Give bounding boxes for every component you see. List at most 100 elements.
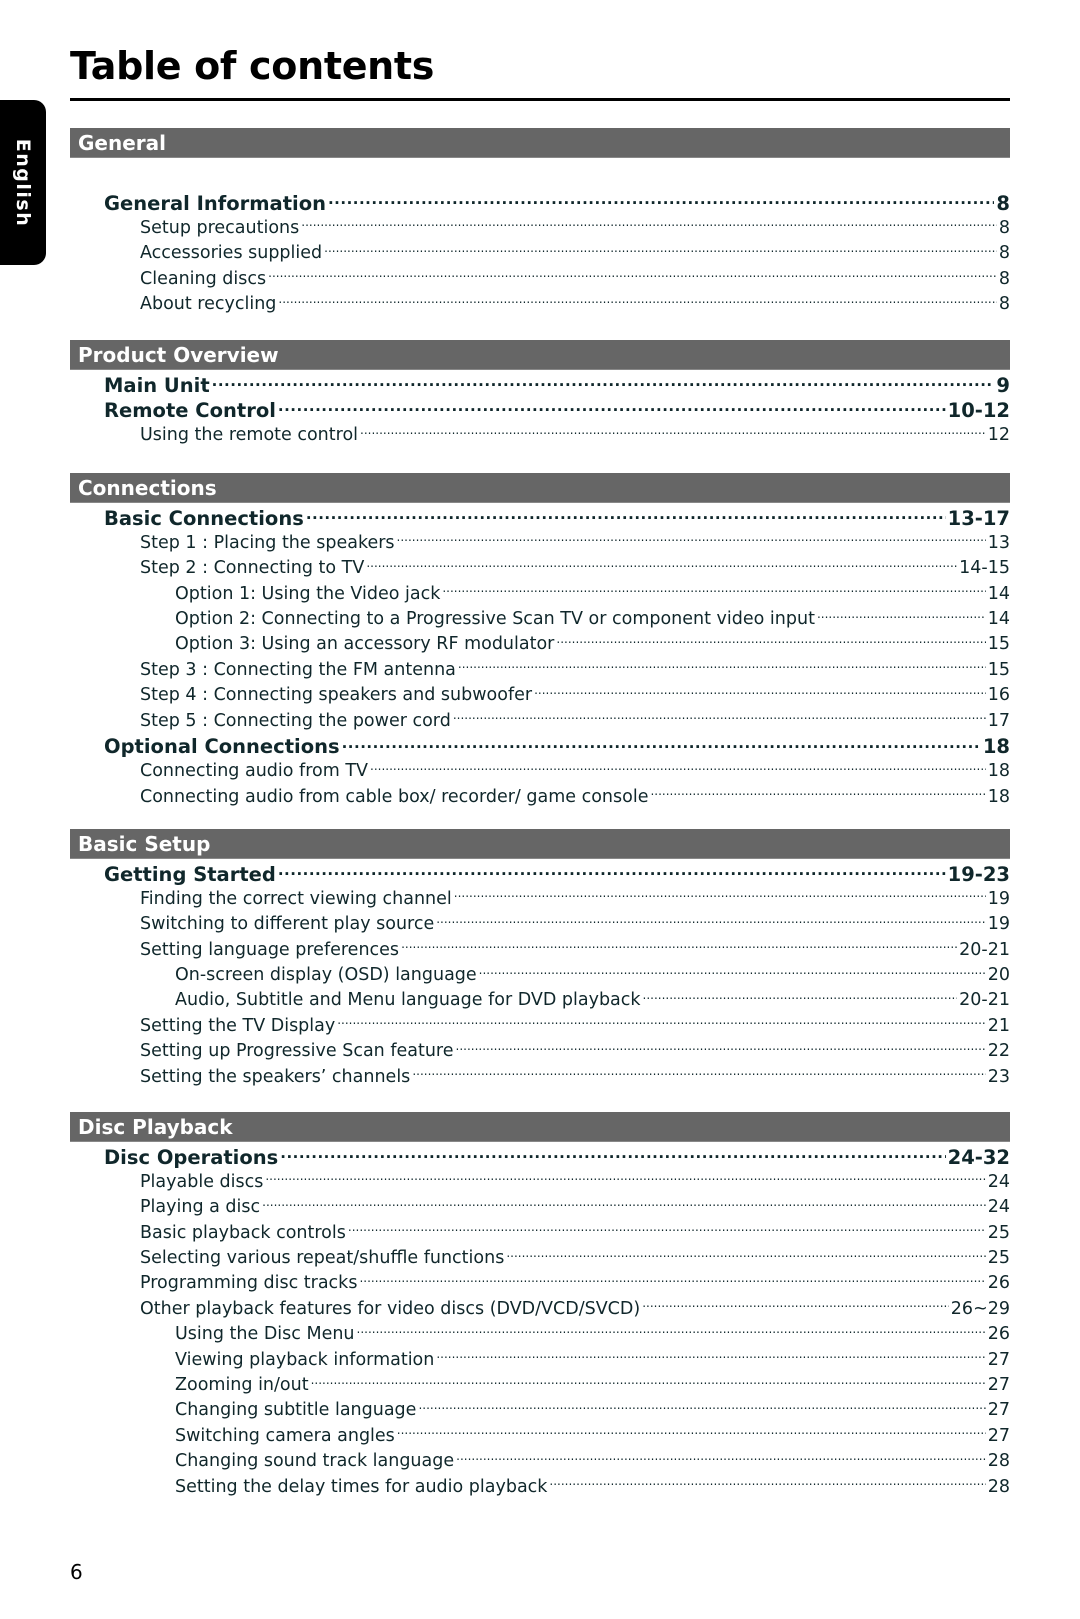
dot-leader (301, 215, 997, 233)
toc-entry[interactable]: Using the remote control 12 (70, 423, 1010, 448)
toc-entry[interactable]: Connecting audio from cable box/ recorde… (70, 784, 1010, 809)
toc-entry-label: Changing sound track language (175, 1451, 455, 1472)
dot-leader (370, 759, 986, 777)
toc-entry-label: Setting the speakers’ channels (140, 1066, 411, 1087)
toc-entry-label: Selecting various repeat/shuffle functio… (140, 1248, 505, 1269)
toc-entry-label: Setting up Progressive Scan feature (140, 1041, 454, 1062)
dot-leader (360, 423, 986, 441)
toc-entry[interactable]: Playable discs 24 (70, 1169, 1010, 1194)
toc-entry[interactable]: Accessories supplied 8 (70, 241, 1010, 266)
dot-leader (348, 1220, 986, 1238)
toc-entry-page: 27 (987, 1375, 1010, 1396)
toc-entry-label: Setting the TV Display (140, 1015, 336, 1036)
toc-entry[interactable]: Step 1 : Placing the speakers 13 (70, 530, 1010, 555)
toc-entry-page: 15 (987, 659, 1010, 680)
toc-entry[interactable]: Option 2: Connecting to a Progressive Sc… (70, 607, 1010, 632)
toc-entry[interactable]: Finding the correct viewing channel 19 (70, 886, 1010, 911)
toc-entry[interactable]: Step 4 : Connecting speakers and subwoof… (70, 683, 1010, 708)
toc-entry[interactable]: Basic playback controls 25 (70, 1220, 1010, 1245)
toc-entry-page: 19 (987, 888, 1010, 909)
section-product-overview: Product Overview Main Unit9Remote Contro… (70, 340, 1010, 448)
toc-entry[interactable]: Option 3: Using an accessory RF modulato… (70, 632, 1010, 657)
toc-entry-page: 8 (998, 268, 1010, 289)
toc-entry[interactable]: General Information 8 (70, 190, 1010, 215)
dot-leader (454, 886, 986, 904)
toc-entry[interactable]: Step 2 : Connecting to TV 14-15 (70, 556, 1010, 581)
section-heading: General (70, 128, 1010, 158)
toc-entry[interactable]: About recycling 8 (70, 292, 1010, 317)
section-entries: Getting Started19-23Finding the correct … (70, 861, 1010, 1090)
toc-entry[interactable]: Other playback features for video discs … (70, 1296, 1010, 1321)
toc-entry[interactable]: Connecting audio from TV 18 (70, 759, 1010, 784)
toc-entry-page: 13-17 (947, 506, 1010, 530)
toc-entry[interactable]: Basic Connections 13-17 (70, 505, 1010, 530)
toc-entry[interactable]: Programming disc tracks 26 (70, 1271, 1010, 1296)
toc-entry-label: Using the Disc Menu (175, 1324, 355, 1345)
toc-entry[interactable]: Setting the TV Display 21 (70, 1013, 1010, 1038)
toc-entry[interactable]: Setup precautions 8 (70, 215, 1010, 240)
toc-entry[interactable]: Main Unit 9 (70, 372, 1010, 397)
title-rule (70, 98, 1010, 101)
toc-entry[interactable]: Audio, Subtitle and Menu language for DV… (70, 988, 1010, 1013)
toc-entry-label: Step 1 : Placing the speakers (140, 532, 395, 553)
toc-entry[interactable]: Selecting various repeat/shuffle functio… (70, 1246, 1010, 1271)
dot-leader (506, 1246, 985, 1264)
dot-leader (436, 1347, 985, 1365)
dot-leader (650, 784, 985, 802)
toc-entry[interactable]: Step 5 : Connecting the power cord 17 (70, 708, 1010, 733)
section-heading: Product Overview (70, 340, 1010, 370)
toc-entry[interactable]: Option 1: Using the Video jack 14 (70, 581, 1010, 606)
toc-entry[interactable]: Remote Control 10-12 (70, 397, 1010, 422)
toc-entry[interactable]: Changing sound track language 28 (70, 1449, 1010, 1474)
toc-entry[interactable]: Setting the delay times for audio playba… (70, 1474, 1010, 1499)
dot-leader (212, 372, 995, 392)
toc-entry[interactable]: Changing subtitle language 27 (70, 1398, 1010, 1423)
dot-leader (397, 530, 986, 548)
toc-entry-label: Programming disc tracks (140, 1273, 358, 1294)
dot-leader (306, 505, 946, 525)
toc-entry-label: Connecting audio from cable box/ recorde… (140, 786, 649, 807)
toc-entry-label: On-screen display (OSD) language (175, 965, 477, 986)
toc-entry-label: Option 3: Using an accessory RF modulato… (175, 634, 555, 655)
toc-entry-label: Option 2: Connecting to a Progressive Sc… (175, 609, 815, 630)
toc-entry-label: Finding the correct viewing channel (140, 888, 452, 909)
toc-entry[interactable]: Using the Disc Menu 26 (70, 1322, 1010, 1347)
dot-leader (817, 607, 986, 625)
toc-entry[interactable]: Optional Connections 18 (70, 734, 1010, 759)
toc-entry[interactable]: Playing a disc 24 (70, 1195, 1010, 1220)
toc-entry[interactable]: Switching camera angles 27 (70, 1423, 1010, 1448)
toc-entry-label: Using the remote control (140, 425, 359, 446)
toc-entry[interactable]: Zooming in/out 27 (70, 1373, 1010, 1398)
dot-leader (556, 632, 985, 650)
section-entries: Disc Operations24-32Playable discs24Play… (70, 1144, 1010, 1499)
toc-entry[interactable]: Setting the speakers’ channels 23 (70, 1064, 1010, 1089)
dot-leader (268, 266, 997, 284)
toc-entry[interactable]: Cleaning discs 8 (70, 266, 1010, 291)
toc-entry-page: 26~29 (950, 1298, 1010, 1319)
dot-leader (436, 912, 985, 930)
toc-entry-page: 27 (987, 1349, 1010, 1370)
toc-entry[interactable]: Step 3 : Connecting the FM antenna 15 (70, 657, 1010, 682)
dot-leader (311, 1373, 986, 1391)
toc-entry-page: 18 (982, 735, 1010, 759)
toc-entry[interactable]: On-screen display (OSD) language 20 (70, 963, 1010, 988)
dot-leader (643, 988, 958, 1006)
toc-entry-label: Remote Control (104, 398, 276, 422)
dot-leader (280, 1144, 945, 1164)
toc-entry[interactable]: Viewing playback information 27 (70, 1347, 1010, 1372)
toc-entry-page: 24-32 (947, 1145, 1010, 1169)
toc-entry[interactable]: Disc Operations 24-32 (70, 1144, 1010, 1169)
toc-entry[interactable]: Setting language preferences 20-21 (70, 937, 1010, 962)
language-tab-label: English (12, 138, 34, 227)
toc-entry[interactable]: Switching to different play source 19 (70, 912, 1010, 937)
dot-leader (456, 1449, 986, 1467)
toc-entry-page: 28 (987, 1451, 1010, 1472)
dot-leader (357, 1322, 986, 1340)
toc-entry[interactable]: Setting up Progressive Scan feature 22 (70, 1039, 1010, 1064)
toc-entry-label: Other playback features for video discs … (140, 1298, 641, 1319)
toc-entry-label: Cleaning discs (140, 268, 267, 289)
toc-entry-label: Setting the delay times for audio playba… (175, 1476, 548, 1497)
toc-entry-page: 8 (998, 294, 1010, 315)
toc-entry-page: 8 (996, 191, 1010, 215)
toc-entry[interactable]: Getting Started 19-23 (70, 861, 1010, 886)
